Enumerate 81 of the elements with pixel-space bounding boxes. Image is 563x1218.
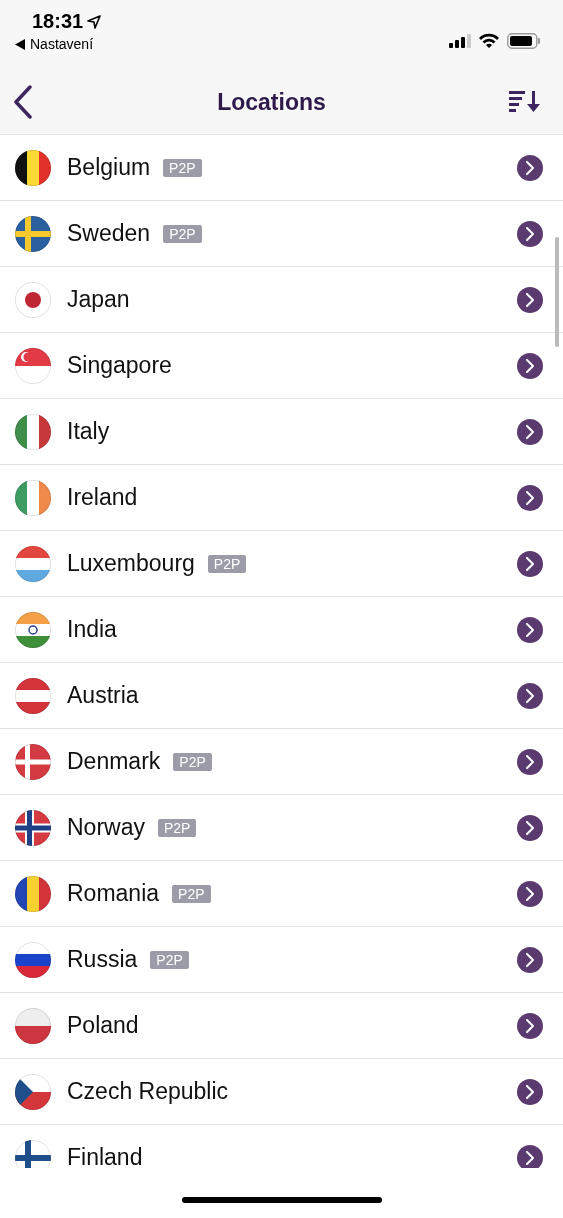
chevron-button[interactable] — [517, 1012, 543, 1039]
flag-icon — [15, 1139, 51, 1168]
chevron-button[interactable] — [517, 1144, 543, 1168]
chevron-right-icon — [525, 622, 535, 637]
country-name: Singapore — [67, 352, 172, 379]
flag-icon — [15, 941, 51, 978]
battery-icon — [507, 33, 541, 49]
chevron-right-icon — [525, 490, 535, 505]
country-name: Japan — [67, 286, 130, 313]
flag-icon — [15, 347, 51, 384]
flag-icon — [15, 545, 51, 582]
sort-icon[interactable] — [509, 91, 541, 113]
location-arrow-icon — [87, 14, 102, 29]
chevron-right-icon — [525, 952, 535, 967]
chevron-button[interactable] — [517, 1078, 543, 1105]
p2p-tag: P2P — [157, 818, 197, 837]
chevron-right-icon — [525, 820, 535, 835]
screen-title: Locations — [217, 88, 326, 116]
flag-icon — [15, 281, 51, 318]
back-app-link[interactable]: Nastavení — [30, 36, 94, 52]
flag-icon — [15, 149, 51, 186]
flag-icon — [15, 479, 51, 516]
back-icon[interactable] — [12, 85, 34, 119]
back-triangle-icon[interactable] — [15, 38, 25, 50]
country-name: Sweden — [67, 220, 151, 247]
country-name: Denmark — [67, 748, 161, 775]
country-name: Romania — [67, 880, 160, 907]
chevron-right-icon — [525, 886, 535, 901]
p2p-tag: P2P — [173, 752, 212, 771]
flag-icon — [15, 1007, 51, 1044]
chevron-right-icon — [525, 424, 535, 439]
chevron-right-icon — [525, 1150, 535, 1165]
chevron-right-icon — [525, 1018, 535, 1033]
country-name: India — [67, 616, 117, 643]
chevron-right-icon — [525, 556, 535, 571]
chevron-button[interactable] — [517, 220, 543, 247]
status-time: 18:31 — [32, 10, 84, 33]
country-name: Czech Republic — [67, 1078, 229, 1105]
country-name: Luxembourg — [67, 550, 195, 577]
flag-icon — [15, 413, 51, 450]
flag-icon — [15, 743, 51, 780]
chevron-button[interactable] — [517, 418, 543, 445]
chevron-button[interactable] — [517, 550, 543, 577]
flag-icon — [15, 215, 51, 252]
country-name: Finland — [67, 1144, 143, 1168]
p2p-tag: P2P — [163, 158, 202, 177]
country-name: Italy — [67, 418, 110, 445]
signal-icon — [449, 34, 471, 48]
chevron-button[interactable] — [517, 352, 543, 379]
p2p-tag: P2P — [172, 884, 211, 903]
chevron-button[interactable] — [517, 286, 543, 313]
country-name: Belgium — [67, 154, 151, 181]
chevron-button[interactable] — [517, 880, 543, 907]
country-name: Norway — [67, 814, 145, 841]
flag-icon — [15, 611, 51, 648]
wifi-icon — [478, 33, 500, 49]
chevron-button[interactable] — [517, 616, 543, 643]
flag-icon — [15, 809, 51, 846]
chevron-button[interactable] — [517, 748, 543, 775]
chevron-right-icon — [525, 358, 535, 373]
country-name: Austria — [67, 682, 139, 709]
chevron-right-icon — [525, 160, 535, 175]
country-name: Ireland — [67, 484, 138, 511]
flag-icon — [15, 875, 51, 912]
flag-icon — [15, 1073, 51, 1110]
chevron-right-icon — [525, 754, 535, 769]
chevron-button[interactable] — [517, 484, 543, 511]
flag-icon — [15, 677, 51, 714]
chevron-button[interactable] — [517, 682, 543, 709]
p2p-tag: P2P — [163, 224, 202, 243]
chevron-button[interactable] — [517, 814, 543, 841]
p2p-tag: P2P — [207, 554, 247, 573]
chevron-right-icon — [525, 688, 535, 703]
chevron-right-icon — [525, 226, 535, 241]
chevron-button[interactable] — [517, 946, 543, 973]
chevron-right-icon — [525, 1084, 535, 1099]
p2p-tag: P2P — [150, 950, 189, 969]
chevron-right-icon — [525, 292, 535, 307]
country-name: Russia — [67, 946, 138, 973]
country-name: Poland — [67, 1012, 139, 1039]
chevron-button[interactable] — [517, 154, 543, 181]
